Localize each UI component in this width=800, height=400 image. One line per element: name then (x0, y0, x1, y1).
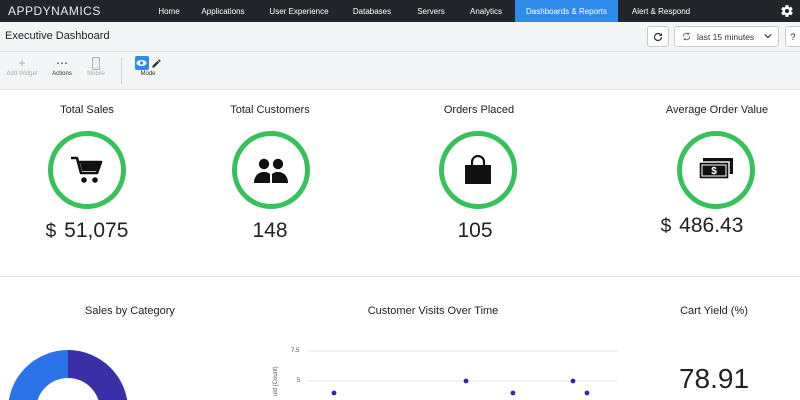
data-point[interactable] (463, 378, 469, 384)
app-logo[interactable]: APPDYNAMICS (0, 4, 150, 18)
gear-icon[interactable] (780, 4, 794, 18)
section-divider (0, 276, 800, 277)
page-title: Executive Dashboard (5, 30, 110, 42)
mobile-icon (92, 56, 100, 70)
donut-segment-purple (68, 350, 128, 400)
data-point[interactable] (331, 390, 337, 396)
data-point[interactable] (584, 390, 590, 396)
nav-analytics[interactable]: Analytics (463, 0, 509, 22)
add-widget-button[interactable]: + Add Widget (2, 55, 42, 77)
kpi-value-orders-placed: 105 (457, 219, 493, 242)
kpi-title-orders-placed: Orders Placed (443, 104, 515, 116)
kpi-value: 486.43 (679, 214, 744, 237)
cart-yield-value: 78.91 (678, 363, 750, 394)
customer-visits-scatter[interactable] (308, 340, 618, 400)
shopping-cart-icon (71, 156, 103, 183)
currency-symbol: $ (660, 216, 672, 237)
y-tick-label: 7.5 (291, 348, 300, 354)
nav-dashboards-reports[interactable]: Dashboards & Reports (515, 0, 618, 22)
mode-label: Mode (140, 71, 156, 77)
y-tick-label: 5 (297, 378, 301, 384)
plus-icon: + (18, 56, 26, 70)
add-widget-label: Add Widget (6, 71, 38, 77)
kpi-value-total-customers: 148 (252, 219, 288, 242)
refresh-button[interactable] (647, 26, 669, 47)
refresh-icon (653, 32, 663, 41)
shopping-bag-icon (465, 155, 491, 184)
dashboard-header: Executive Dashboard last 15 minutes ? (0, 22, 800, 52)
data-point[interactable] (510, 390, 516, 396)
sales-by-category-title: Sales by Category (85, 305, 175, 317)
nav-user-experience[interactable]: User Experience (263, 0, 335, 22)
kpi-value-average-order-value: $486.43 (602, 214, 800, 238)
money-icon: $ (698, 158, 733, 180)
currency-symbol: $ (45, 221, 57, 242)
users-icon (254, 158, 288, 183)
data-point[interactable] (570, 378, 576, 384)
nav-databases[interactable]: Databases (346, 0, 398, 22)
kpi-ring-total-customers (232, 131, 310, 209)
dashboard-toolbar: + Add Widget ⋯ Actions Mobile Mode (0, 52, 800, 90)
kpi-value: 51,075 (64, 219, 129, 242)
mobile-label: Mobile (87, 71, 105, 77)
customer-visits-title: Customer Visits Over Time (367, 305, 499, 317)
kpi-title-average-order-value: Average Order Value (665, 104, 769, 116)
kpi-ring-average-order-value: $ (677, 131, 755, 209)
kpi-ring-orders-placed (439, 131, 517, 209)
kpi-ring-total-sales (48, 131, 126, 209)
kpi-value-total-sales: $51,075 (0, 219, 187, 243)
eye-icon[interactable] (134, 56, 149, 70)
mobile-button[interactable]: Mobile (76, 55, 116, 77)
kpi-title-total-customers: Total Customers (230, 104, 310, 116)
svg-text:$: $ (711, 166, 717, 177)
mode-toggle[interactable]: Mode (128, 55, 168, 77)
nav-servers[interactable]: Servers (408, 0, 454, 22)
toolbar-divider (121, 58, 122, 84)
donut-segment-blue (8, 350, 68, 400)
cart-yield-title: Cart Yield (%) (680, 305, 748, 317)
help-button[interactable]: ? (785, 26, 800, 47)
chevron-down-icon (764, 33, 772, 39)
top-nav: APPDYNAMICS Home Applications User Exper… (0, 0, 800, 22)
time-range-label: last 15 minutes (697, 31, 755, 42)
nav-home[interactable]: Home (150, 0, 188, 22)
sync-icon (682, 32, 691, 41)
sales-by-category-donut[interactable] (0, 340, 140, 400)
nav-applications[interactable]: Applications (192, 0, 254, 22)
y-axis-label: uid (Count) (273, 366, 279, 396)
time-range-dropdown[interactable]: last 15 minutes (674, 26, 779, 47)
kpi-title-total-sales: Total Sales (60, 104, 114, 116)
pencil-icon[interactable] (151, 58, 162, 69)
nav-alert-respond[interactable]: Alert & Respond (625, 0, 697, 22)
